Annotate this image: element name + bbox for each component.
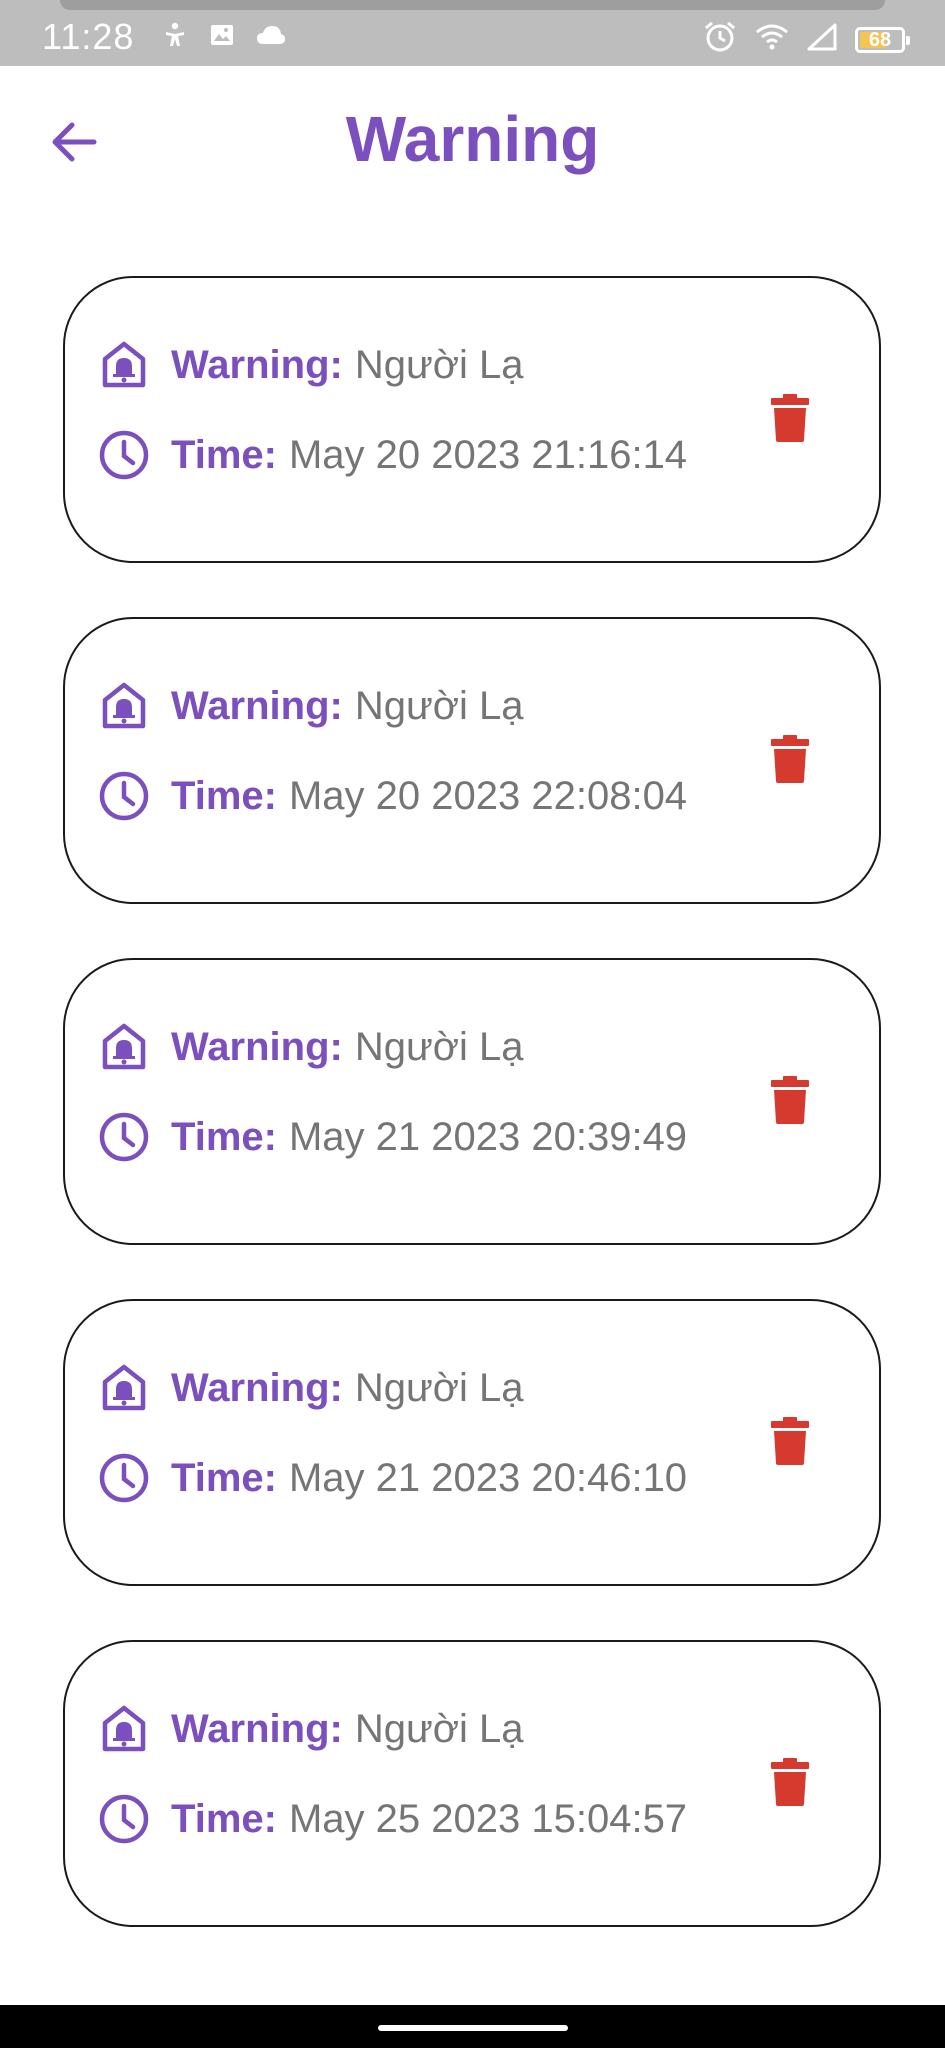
- warning-label: Warning:: [171, 1024, 343, 1069]
- home-alert-icon: [97, 679, 151, 733]
- accessibility-icon: [162, 22, 188, 53]
- clock-icon: [97, 1451, 151, 1505]
- navigation-bar: [0, 2005, 945, 2048]
- delete-button[interactable]: [765, 1754, 815, 1814]
- warning-value: Người Lạ: [354, 1706, 524, 1751]
- warning-row: Warning: Người Lạ: [97, 1020, 523, 1074]
- clock-icon: [97, 1792, 151, 1846]
- wifi-icon: [755, 23, 789, 56]
- warning-card: Warning: Người Lạ Time: May 20 2023 21:1…: [63, 276, 881, 563]
- clock-icon: [97, 428, 151, 482]
- trash-icon: [770, 1416, 810, 1471]
- warning-label: Warning:: [171, 1706, 343, 1751]
- alarm-icon: [703, 20, 737, 59]
- time-row: Time: May 20 2023 22:08:04: [97, 769, 687, 823]
- time-value: May 21 2023 20:46:10: [288, 1455, 688, 1500]
- time-row: Time: May 21 2023 20:46:10: [97, 1451, 687, 1505]
- warning-label: Warning:: [171, 1365, 343, 1410]
- warning-label: Warning:: [171, 342, 343, 387]
- page-title: Warning: [345, 103, 600, 175]
- time-row: Time: May 21 2023 20:39:49: [97, 1110, 687, 1164]
- cloud-icon: [256, 24, 286, 51]
- warning-card: Warning: Người Lạ Time: May 21 2023 20:4…: [63, 1299, 881, 1586]
- time-value: May 20 2023 21:16:14: [288, 432, 688, 477]
- time-row: Time: May 25 2023 15:04:57: [97, 1792, 687, 1846]
- home-alert-icon: [97, 1020, 151, 1074]
- warning-value: Người Lạ: [354, 342, 524, 387]
- trash-icon: [770, 1075, 810, 1130]
- delete-button[interactable]: [765, 390, 815, 450]
- warning-row: Warning: Người Lạ: [97, 679, 523, 733]
- time-label: Time:: [171, 1796, 277, 1841]
- battery-icon: 68: [855, 26, 910, 53]
- warning-row: Warning: Người Lạ: [97, 1361, 523, 1415]
- home-alert-icon: [97, 338, 151, 392]
- time-label: Time:: [171, 1455, 277, 1500]
- warning-row: Warning: Người Lạ: [97, 338, 523, 392]
- time-label: Time:: [171, 432, 277, 477]
- app-header: Warning: [0, 66, 945, 216]
- time-label: Time:: [171, 1114, 277, 1159]
- clock-icon: [97, 1110, 151, 1164]
- time-value: May 21 2023 20:39:49: [288, 1114, 688, 1159]
- status-time: 11:28: [42, 16, 135, 57]
- image-icon: [210, 23, 234, 52]
- warning-row: Warning: Người Lạ: [97, 1702, 523, 1756]
- warning-value: Người Lạ: [354, 1365, 524, 1410]
- trash-icon: [770, 393, 810, 448]
- warning-value: Người Lạ: [354, 1024, 524, 1069]
- status-right-icons: 68: [703, 20, 910, 59]
- home-alert-icon: [97, 1361, 151, 1415]
- trash-icon: [770, 1757, 810, 1812]
- battery-level: 68: [868, 28, 892, 51]
- clock-icon: [97, 769, 151, 823]
- trash-icon: [770, 734, 810, 789]
- signal-icon: [807, 23, 837, 56]
- delete-button[interactable]: [765, 731, 815, 791]
- status-left-icons: [162, 22, 286, 53]
- home-indicator[interactable]: [378, 2025, 568, 2031]
- delete-button[interactable]: [765, 1413, 815, 1473]
- warning-card: Warning: Người Lạ Time: May 21 2023 20:3…: [63, 958, 881, 1245]
- warning-card: Warning: Người Lạ Time: May 25 2023 15:0…: [63, 1640, 881, 1927]
- time-label: Time:: [171, 773, 277, 818]
- time-row: Time: May 20 2023 21:16:14: [97, 428, 687, 482]
- warning-card: Warning: Người Lạ Time: May 20 2023 22:0…: [63, 617, 881, 904]
- status-bar: 11:28 68: [0, 0, 945, 66]
- time-value: May 20 2023 22:08:04: [288, 773, 688, 818]
- home-alert-icon: [97, 1702, 151, 1756]
- warning-label: Warning:: [171, 683, 343, 728]
- warning-value: Người Lạ: [354, 683, 524, 728]
- delete-button[interactable]: [765, 1072, 815, 1132]
- time-value: May 25 2023 15:04:57: [288, 1796, 688, 1841]
